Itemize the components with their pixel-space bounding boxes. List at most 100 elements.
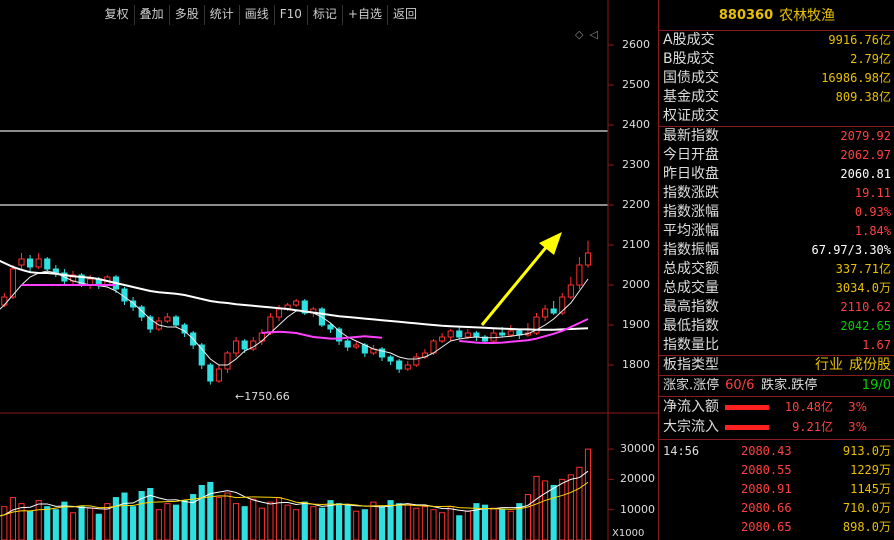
- volume-bar-18: [121, 492, 128, 540]
- price-tick-1900: 1900: [622, 318, 650, 331]
- volume-bar-7: [27, 510, 34, 540]
- ma-magenta-line-1: [261, 330, 383, 340]
- tick-volume: 898.0万: [842, 520, 891, 534]
- candle-72: [584, 240, 592, 268]
- tick-volume: 1229万: [850, 463, 891, 477]
- chart-toolbar: 复权 叠加 多股 统计 画线 F10 标记 +自选 返回: [100, 5, 422, 25]
- toolbar-button-7[interactable]: +自选: [341, 5, 387, 25]
- volume-bar-42: [327, 500, 334, 540]
- volume-bar-36: [275, 497, 283, 540]
- constituents-link[interactable]: 成份股: [849, 356, 891, 375]
- industry-link[interactable]: 行业: [815, 356, 843, 375]
- tick-row[interactable]: 2080.66 710.0万: [663, 499, 891, 518]
- tick-row[interactable]: 14:56 2080.43 913.0万: [663, 442, 891, 461]
- volume-bar-39: [301, 501, 308, 540]
- volume-bar-24: [172, 504, 180, 540]
- candle-68: [550, 301, 557, 315]
- volume-bar-58: [464, 510, 471, 540]
- flow-label: 净流入额: [663, 399, 719, 415]
- volume-bar-52: [413, 507, 420, 540]
- volume-bar-43: [336, 503, 343, 540]
- index-stat-label: 总成交量: [663, 280, 719, 296]
- candle-50: [396, 359, 403, 373]
- volume-bar-23: [164, 503, 171, 540]
- category-row: 板指类型 行业 成份股: [659, 356, 894, 375]
- candle-33: [250, 337, 257, 351]
- toolbar-button-5[interactable]: F10: [273, 5, 307, 25]
- collapse-left-icon[interactable]: ◁: [589, 28, 597, 41]
- toolbar-button-1[interactable]: 叠加: [133, 5, 169, 25]
- volume-bars: [0, 448, 592, 540]
- volume-bar-68: [550, 484, 557, 540]
- trade-value: 809.38亿: [835, 90, 891, 104]
- flow-bar: [725, 404, 769, 410]
- toolbar-button-4[interactable]: 画线: [238, 5, 274, 25]
- candle-7: [27, 255, 34, 273]
- capital-flow: 净流入额 10.48亿 3% 大宗流入 9.21亿 3%: [659, 397, 894, 437]
- candle-51: [404, 361, 411, 371]
- candle-31: [233, 337, 240, 357]
- volume-bar-40: [310, 506, 317, 540]
- kline-chart[interactable]: [0, 0, 658, 540]
- price-tick-2600: 2600: [622, 38, 650, 51]
- volume-bar-46: [361, 509, 368, 540]
- volume-bar-29: [215, 497, 222, 540]
- volume-bar-4: [1, 506, 8, 540]
- diamond-icon[interactable]: ◇: [575, 28, 583, 41]
- tick-volume: 913.0万: [842, 444, 891, 458]
- toolbar-button-0[interactable]: 复权: [100, 5, 134, 25]
- volume-bar-33: [250, 498, 257, 540]
- volume-bar-57: [456, 515, 463, 540]
- index-stat-value: 2060.81: [840, 167, 891, 181]
- volume-bar-56: [447, 506, 454, 540]
- candle-30: [224, 351, 231, 373]
- volume-tick-10000: 10000: [620, 502, 655, 516]
- flow-label: 大宗流入: [663, 419, 719, 435]
- toolbar-button-6[interactable]: 标记: [306, 5, 342, 25]
- volume-bar-60: [481, 504, 489, 540]
- index-stat-row: 指数涨跌 19.11: [663, 184, 891, 203]
- toolbar-button-2[interactable]: 多股: [168, 5, 204, 25]
- tick-row[interactable]: 2080.91 1145万: [663, 480, 891, 499]
- flow-bar: [725, 424, 769, 430]
- index-info-panel: 880360 农林牧渔 A股成交 9916.76亿 B股成交 2.79亿 国债成交 169…: [658, 0, 894, 540]
- volume-bar-41: [318, 507, 325, 540]
- price-tick-2200: 2200: [622, 198, 650, 211]
- index-stat-value: 0.93%: [854, 205, 891, 219]
- volume-bar-34: [258, 507, 265, 540]
- tick-volume: 710.0万: [842, 501, 891, 515]
- moving-averages: [0, 259, 589, 366]
- tick-row[interactable]: 2080.65 898.0万: [663, 518, 891, 537]
- volume-bar-54: [430, 509, 437, 540]
- candle-64: [516, 329, 523, 339]
- limit-row: 涨家.涨停 60/6 跌家.跌停 19/0: [659, 375, 894, 397]
- candle-61: [490, 329, 497, 343]
- candle-10: [52, 265, 59, 277]
- volume-bar-12: [69, 512, 77, 540]
- volume-tick-20000: 20000: [620, 472, 655, 486]
- index-stat-label: 指数振幅: [663, 242, 719, 258]
- tick-list[interactable]: 14:56 2080.43 913.0万 2080.55 1229万 2080.91 114…: [659, 439, 894, 537]
- index-stat-row: 指数量比 1.67: [663, 336, 891, 355]
- price-tick-1800: 1800: [622, 358, 650, 371]
- tick-volume: 1145万: [850, 482, 891, 496]
- index-stats: 最新指数 2079.92 今日开盘 2062.97 昨日收盘 2060.81 指数涨跌 19.…: [659, 127, 894, 355]
- down-count-value: 19/0: [861, 378, 891, 393]
- tick-row[interactable]: 2080.55 1229万: [663, 461, 891, 480]
- index-stat-value: 2062.97: [840, 148, 891, 162]
- toolbar-button-3[interactable]: 统计: [203, 5, 239, 25]
- index-stat-label: 最高指数: [663, 299, 719, 315]
- volume-bar-55: [439, 512, 446, 540]
- index-stat-row: 总成交量 3034.0万: [663, 279, 891, 298]
- volume-bar-15: [95, 513, 102, 540]
- tick-time: 14:56: [663, 444, 700, 458]
- volume-bar-51: [404, 504, 411, 540]
- index-stat-row: 最低指数 2042.65: [663, 317, 891, 336]
- candle-23: [164, 313, 171, 323]
- index-code: 880360: [718, 7, 774, 23]
- index-stat-label: 平均涨幅: [663, 223, 719, 239]
- tick-price: 2080.65: [741, 520, 792, 534]
- kline-chart-area[interactable]: 复权 叠加 多股 统计 画线 F10 标记 +自选 返回 ◇ ◁ 2600 2500 2400 230…: [0, 0, 658, 540]
- volume-bar-37: [284, 504, 291, 540]
- toolbar-button-8[interactable]: 返回: [386, 5, 422, 25]
